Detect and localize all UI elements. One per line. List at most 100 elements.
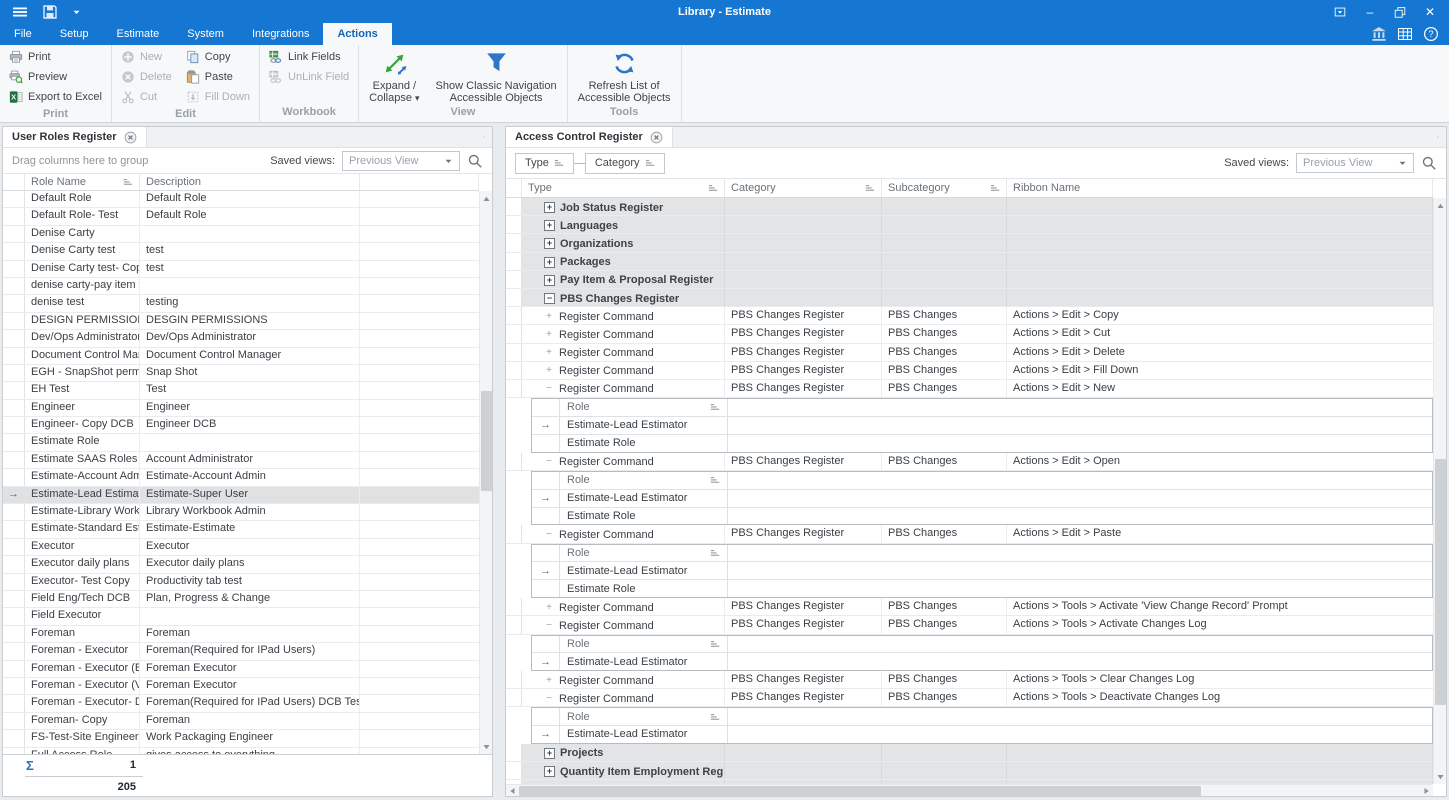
table-row[interactable]: denise carty-pay item view ... <box>3 278 479 295</box>
expand-icon[interactable]: + <box>544 275 555 286</box>
scroll-down-icon[interactable] <box>1436 773 1445 781</box>
show-classic-navigation-accessible-objects-button[interactable]: Show Classic NavigationAccessible Object… <box>428 47 565 104</box>
table-row[interactable]: Estimate-Standard Estimato...Estimate-Es… <box>3 521 479 538</box>
cell-description[interactable]: Foreman Executor <box>140 661 360 677</box>
cell-category[interactable]: PBS Changes Register <box>725 325 882 342</box>
ribbon-tab-actions[interactable]: Actions <box>323 23 391 45</box>
cell-category[interactable]: PBS Changes Register <box>725 616 882 633</box>
collapse-icon[interactable]: − <box>544 694 554 704</box>
scrollbar-thumb[interactable] <box>519 786 1201 796</box>
paste-button[interactable]: Paste <box>179 67 257 87</box>
table-row[interactable]: Estimate Role <box>3 434 479 451</box>
table-row[interactable]: →Estimate-Lead EstimatorEstimate-Super U… <box>3 487 479 504</box>
group-row-languages[interactable]: +Languages <box>506 216 1433 234</box>
column-header-role[interactable]: Role <box>560 399 728 416</box>
group-cell[interactable]: +Organizations <box>522 234 725 251</box>
tab-close-icon[interactable] <box>650 131 663 144</box>
group-row-projects[interactable]: +Projects <box>506 744 1433 762</box>
scroll-right-icon[interactable] <box>1422 787 1431 795</box>
expand-collapse-button[interactable]: Expand /Collapse ▾ <box>361 47 427 104</box>
cell-ribbon-name[interactable]: Actions > Edit > Fill Down <box>1007 362 1433 379</box>
column-header-role[interactable]: Role <box>560 708 728 725</box>
group-by-chip-category[interactable]: Category <box>585 153 665 174</box>
cell-role-name[interactable]: FS-Test-Site Engineer II <box>25 730 140 746</box>
cell-description[interactable]: Plan, Progress & Change <box>140 591 360 607</box>
cell-description[interactable]: Snap Shot <box>140 365 360 381</box>
table-row[interactable]: Estimate-Library Workbook ...Library Wor… <box>3 504 479 521</box>
role-row[interactable]: →Estimate-Lead Estimator <box>532 562 1432 580</box>
role-row[interactable]: Estimate Role <box>532 435 1432 452</box>
tab-list-dropdown-icon[interactable] <box>483 133 492 141</box>
column-header-description[interactable]: Description <box>140 174 360 190</box>
cell-description[interactable]: Foreman(Required for IPad Users) <box>140 643 360 659</box>
table-row[interactable]: Executor- Test CopyProductivity tab test <box>3 574 479 591</box>
cell-type[interactable]: −Register Command <box>522 380 725 397</box>
expand-icon[interactable]: + <box>544 257 555 268</box>
command-row[interactable]: +Register CommandPBS Changes RegisterPBS… <box>506 307 1433 325</box>
cell-role-name[interactable]: Executor <box>25 539 140 555</box>
role-row[interactable]: Estimate Role <box>532 580 1432 597</box>
command-row[interactable]: +Register CommandPBS Changes RegisterPBS… <box>506 671 1433 689</box>
copy-button[interactable]: Copy <box>179 47 257 67</box>
cell-subcategory[interactable]: PBS Changes <box>882 362 1007 379</box>
cell-description[interactable]: test <box>140 261 360 277</box>
column-header-role[interactable]: Role <box>560 472 728 489</box>
cell-ribbon-name[interactable]: Actions > Tools > Activate 'View Change … <box>1007 598 1433 615</box>
save-icon[interactable] <box>42 4 58 20</box>
cell-type[interactable]: −Register Command <box>522 616 725 633</box>
cell-ribbon-name[interactable]: Actions > Tools > Deactivate Changes Log <box>1007 689 1433 706</box>
table-row[interactable]: Denise Carty <box>3 226 479 243</box>
cell-category[interactable]: PBS Changes Register <box>725 307 882 324</box>
table-row[interactable]: Default Role- TestDefault Role <box>3 208 479 225</box>
table-row[interactable]: EngineerEngineer <box>3 400 479 417</box>
ribbon-display-options-icon[interactable] <box>1333 5 1347 19</box>
table-row[interactable]: Engineer- Copy DCBEngineer DCB <box>3 417 479 434</box>
cell-role-name[interactable]: Estimate-Library Workbook ... <box>25 504 140 520</box>
cell-category[interactable]: PBS Changes Register <box>725 598 882 615</box>
table-row[interactable]: Document Control ManagerDocument Control… <box>3 348 479 365</box>
cell-role-name[interactable]: Denise Carty <box>25 226 140 242</box>
cell-role-name[interactable]: EH Test <box>25 382 140 398</box>
column-header-role[interactable]: Role <box>560 545 728 562</box>
cell-description[interactable] <box>140 608 360 624</box>
cell-type[interactable]: +Register Command <box>522 344 725 361</box>
tab-access-control-register[interactable]: Access Control Register <box>506 127 673 147</box>
cell-type[interactable]: −Register Command <box>522 453 725 470</box>
cell-type[interactable]: +Register Command <box>522 325 725 342</box>
cell-description[interactable]: Foreman Executor <box>140 678 360 694</box>
cell-description[interactable] <box>140 278 360 294</box>
group-cell[interactable]: +Pay Item & Proposal Register <box>522 271 725 288</box>
collapse-icon[interactable]: − <box>544 293 555 304</box>
cell-description[interactable]: Foreman <box>140 626 360 642</box>
minimize-button[interactable]: – <box>1357 2 1383 22</box>
cell-description[interactable]: Library Workbook Admin <box>140 504 360 520</box>
command-row[interactable]: −Register CommandPBS Changes RegisterPBS… <box>506 525 1433 543</box>
table-row[interactable]: DESIGN PERMISSIONSDESGIN PERMISSIONS <box>3 313 479 330</box>
cell-role-name[interactable]: Document Control Manager <box>25 348 140 364</box>
cell-ribbon-name[interactable]: Actions > Edit > Paste <box>1007 525 1433 542</box>
cell-role-name[interactable]: DESIGN PERMISSIONS <box>25 313 140 329</box>
column-header-role[interactable]: Role <box>560 636 728 653</box>
cell-description[interactable]: Estimate-Estimate <box>140 521 360 537</box>
cell-description[interactable]: Foreman <box>140 713 360 729</box>
cell-description[interactable]: Default Role <box>140 191 360 207</box>
cell-description[interactable]: Document Control Manager <box>140 348 360 364</box>
cell-role[interactable]: Estimate Role <box>560 580 728 597</box>
table-row[interactable]: Estimate SAAS Roles TestingAccount Admin… <box>3 452 479 469</box>
qat-dropdown-icon[interactable] <box>72 8 81 16</box>
cell-category[interactable]: PBS Changes Register <box>725 344 882 361</box>
cell-ribbon-name[interactable]: Actions > Edit > New <box>1007 380 1433 397</box>
cell-ribbon-name[interactable]: Actions > Edit > Cut <box>1007 325 1433 342</box>
group-row-job-status-register[interactable]: +Job Status Register <box>506 198 1433 216</box>
cell-role-name[interactable]: Estimate Role <box>25 434 140 450</box>
table-row[interactable]: EGH - SnapShot permissionSnap Shot <box>3 365 479 382</box>
table-row[interactable]: Field Eng/Tech DCBPlan, Progress & Chang… <box>3 591 479 608</box>
cell-description[interactable]: Executor daily plans <box>140 556 360 572</box>
table-row[interactable]: denise testtesting <box>3 295 479 312</box>
role-row[interactable]: Estimate Role <box>532 508 1432 525</box>
scroll-down-icon[interactable] <box>482 743 491 751</box>
cell-type[interactable]: +Register Command <box>522 362 725 379</box>
cell-role-name[interactable]: Field Executor <box>25 608 140 624</box>
expand-icon[interactable]: + <box>544 348 554 358</box>
search-icon[interactable] <box>467 153 483 169</box>
